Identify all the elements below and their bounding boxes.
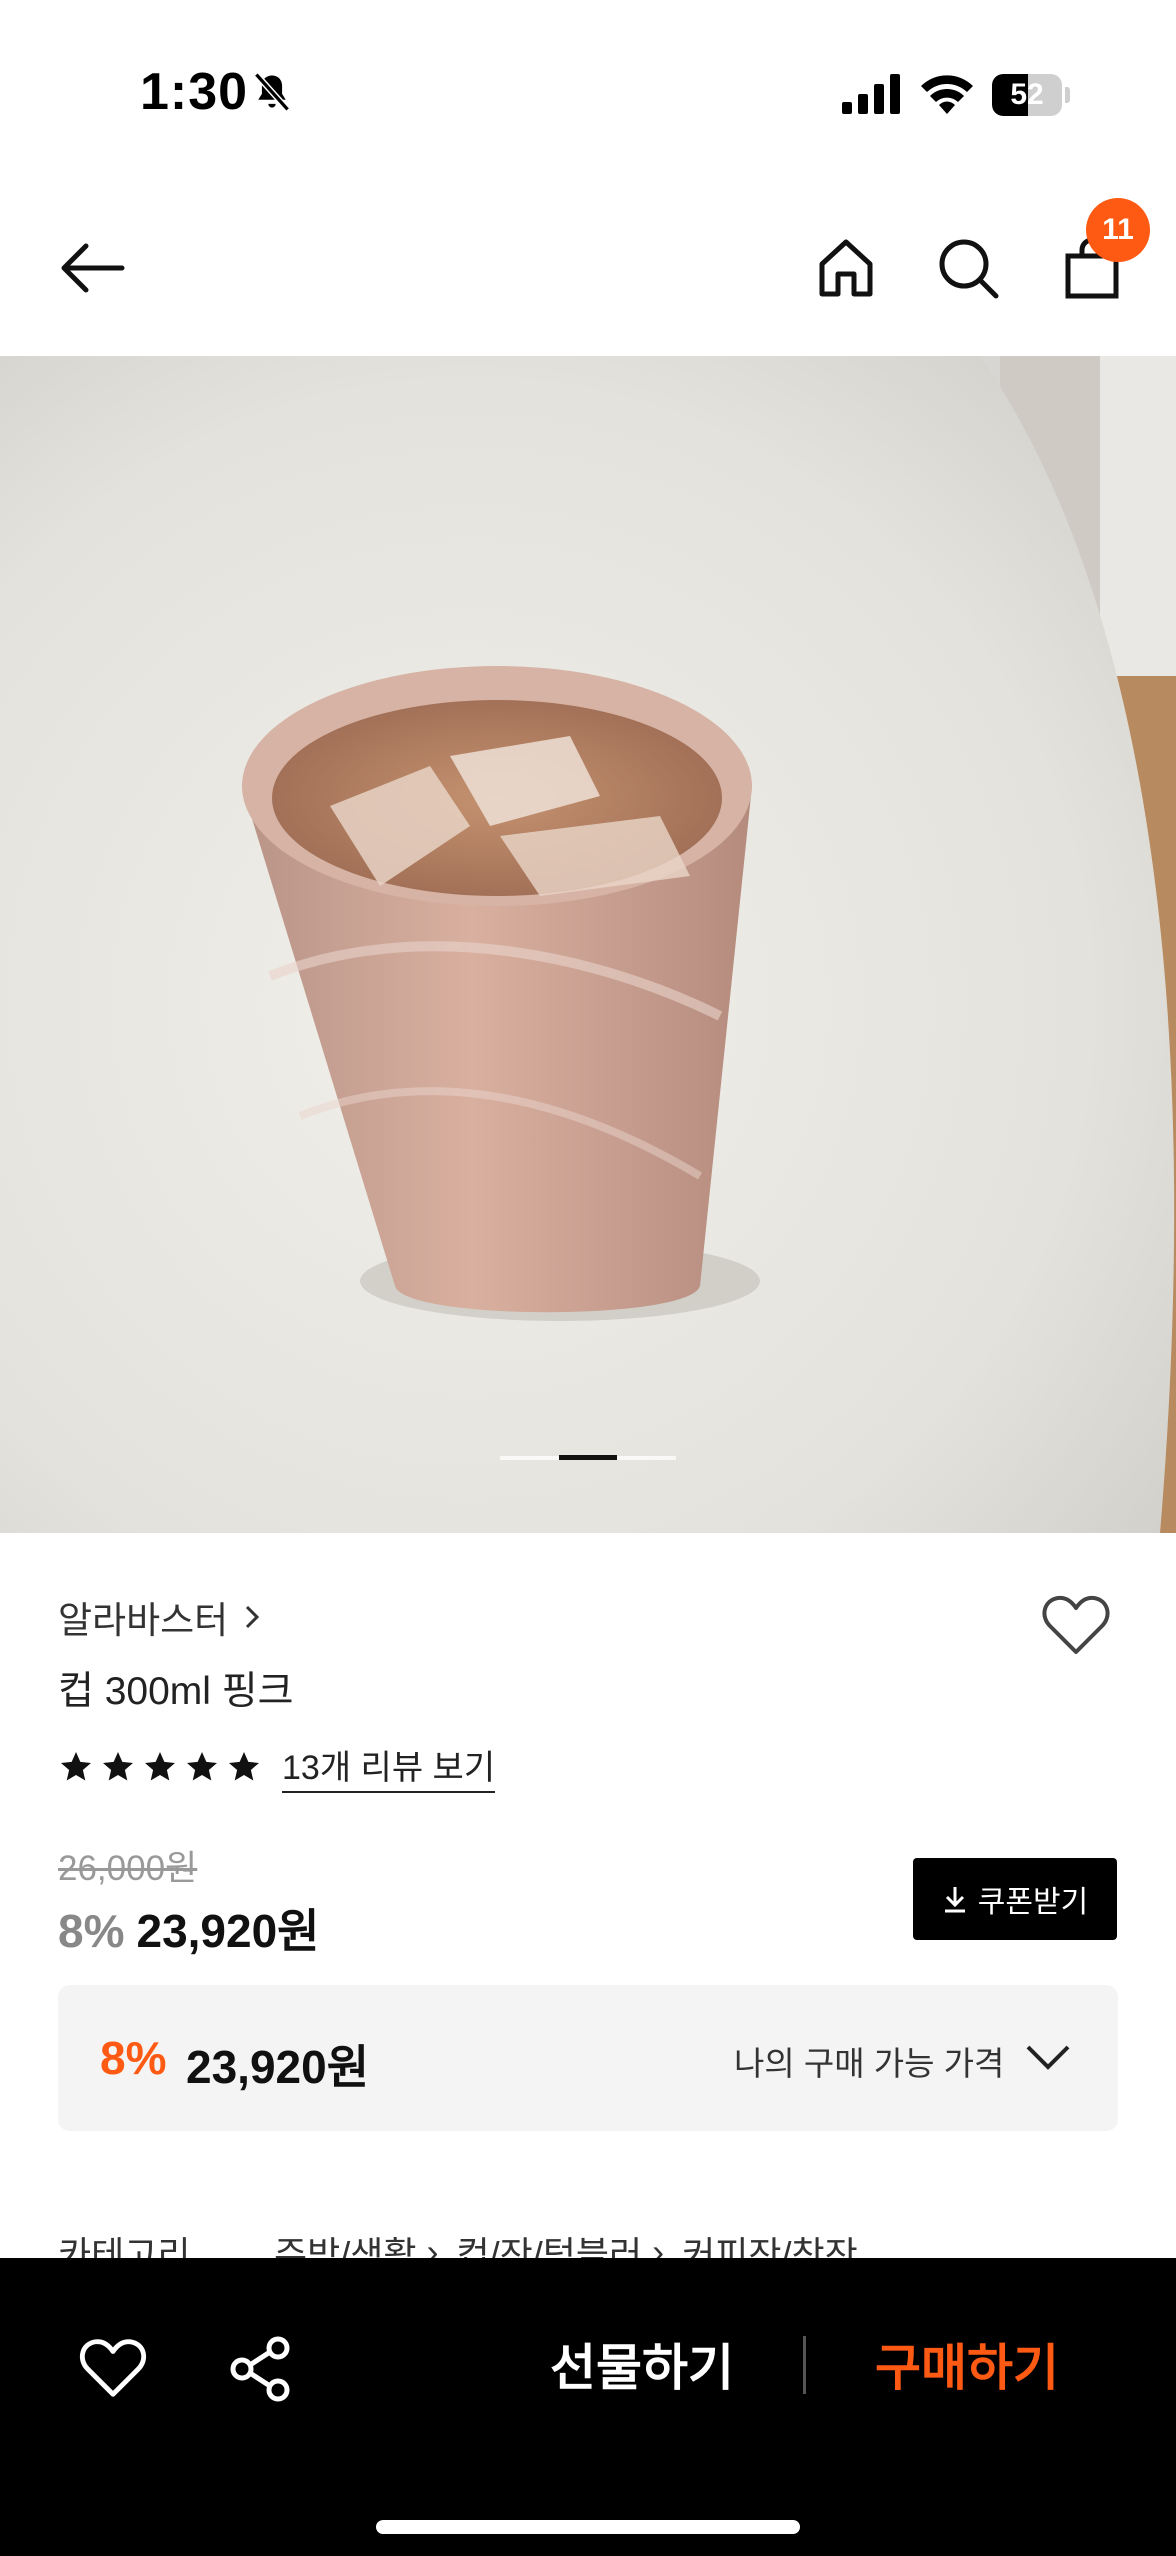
cellular-signal-icon — [842, 74, 900, 114]
buy-button[interactable]: 구매하기 — [875, 2328, 1059, 2400]
search-button[interactable] — [932, 232, 1004, 304]
bell-muted-icon — [254, 72, 290, 112]
cart-count-badge: 11 — [1086, 198, 1150, 262]
carousel-dot — [617, 1456, 677, 1460]
sale-price-row: 8% 23,920원 — [58, 1895, 320, 1961]
bottom-wishlist-button[interactable] — [78, 2334, 148, 2404]
my-price: 23,920원 — [186, 2041, 370, 2093]
gift-button[interactable]: 선물하기 — [550, 2328, 734, 2400]
original-price: 26,000원 — [58, 1849, 198, 1888]
my-price-panel[interactable]: 8% 23,920원 나의 구매 가능 가격 — [58, 1985, 1118, 2131]
carousel-dot-active — [558, 1455, 618, 1460]
bottom-action-bar: 선물하기 구매하기 — [0, 2258, 1176, 2556]
download-icon — [944, 1887, 965, 1913]
discount-percent: 8% — [58, 1905, 125, 1957]
product-title: 컵 300ml 핑크 — [58, 1670, 294, 1713]
chevron-right-icon — [246, 1605, 260, 1629]
heart-icon — [79, 2339, 147, 2397]
coupon-button[interactable]: 쿠폰받기 — [913, 1858, 1117, 1940]
chevron-down-icon — [1026, 2045, 1070, 2070]
battery-percent: 52 — [1010, 78, 1044, 111]
rating-row: 13개 리뷰 보기 — [58, 1740, 496, 1793]
home-indicator — [376, 2520, 800, 2534]
star-icon — [103, 1751, 133, 1780]
product-image[interactable] — [0, 356, 1176, 1533]
battery-indicator: 52 — [992, 74, 1070, 116]
home-button[interactable] — [810, 232, 882, 304]
review-link[interactable]: 13개 리뷰 보기 — [282, 1740, 496, 1793]
brand-name: 알라바스터 — [58, 1600, 229, 1641]
back-button[interactable] — [56, 232, 128, 304]
star-icon — [61, 1751, 91, 1780]
my-price-label: 나의 구매 가능 가격 — [734, 2045, 1005, 2082]
star-icon — [229, 1751, 259, 1780]
home-icon — [819, 239, 873, 297]
status-time: 1:30 — [140, 63, 249, 121]
divider — [803, 2336, 806, 2394]
heart-icon — [1042, 1595, 1110, 1654]
carousel-indicator — [500, 1455, 677, 1461]
star-icon — [145, 1751, 175, 1780]
share-button[interactable] — [226, 2334, 296, 2404]
arrow-left-icon — [61, 243, 125, 293]
sale-price: 23,920원 — [136, 1905, 320, 1957]
star-icon — [187, 1751, 217, 1780]
brand-link[interactable]: 알라바스터 — [58, 1590, 262, 1644]
my-discount-percent: 8% — [100, 2032, 167, 2084]
carousel-dot — [500, 1456, 559, 1460]
wifi-icon — [921, 75, 973, 114]
coupon-label: 쿠폰받기 — [977, 1886, 1089, 1919]
wishlist-button[interactable] — [1040, 1590, 1112, 1662]
rating-stars — [58, 1749, 262, 1785]
search-icon — [939, 239, 999, 299]
share-icon — [230, 2336, 290, 2402]
